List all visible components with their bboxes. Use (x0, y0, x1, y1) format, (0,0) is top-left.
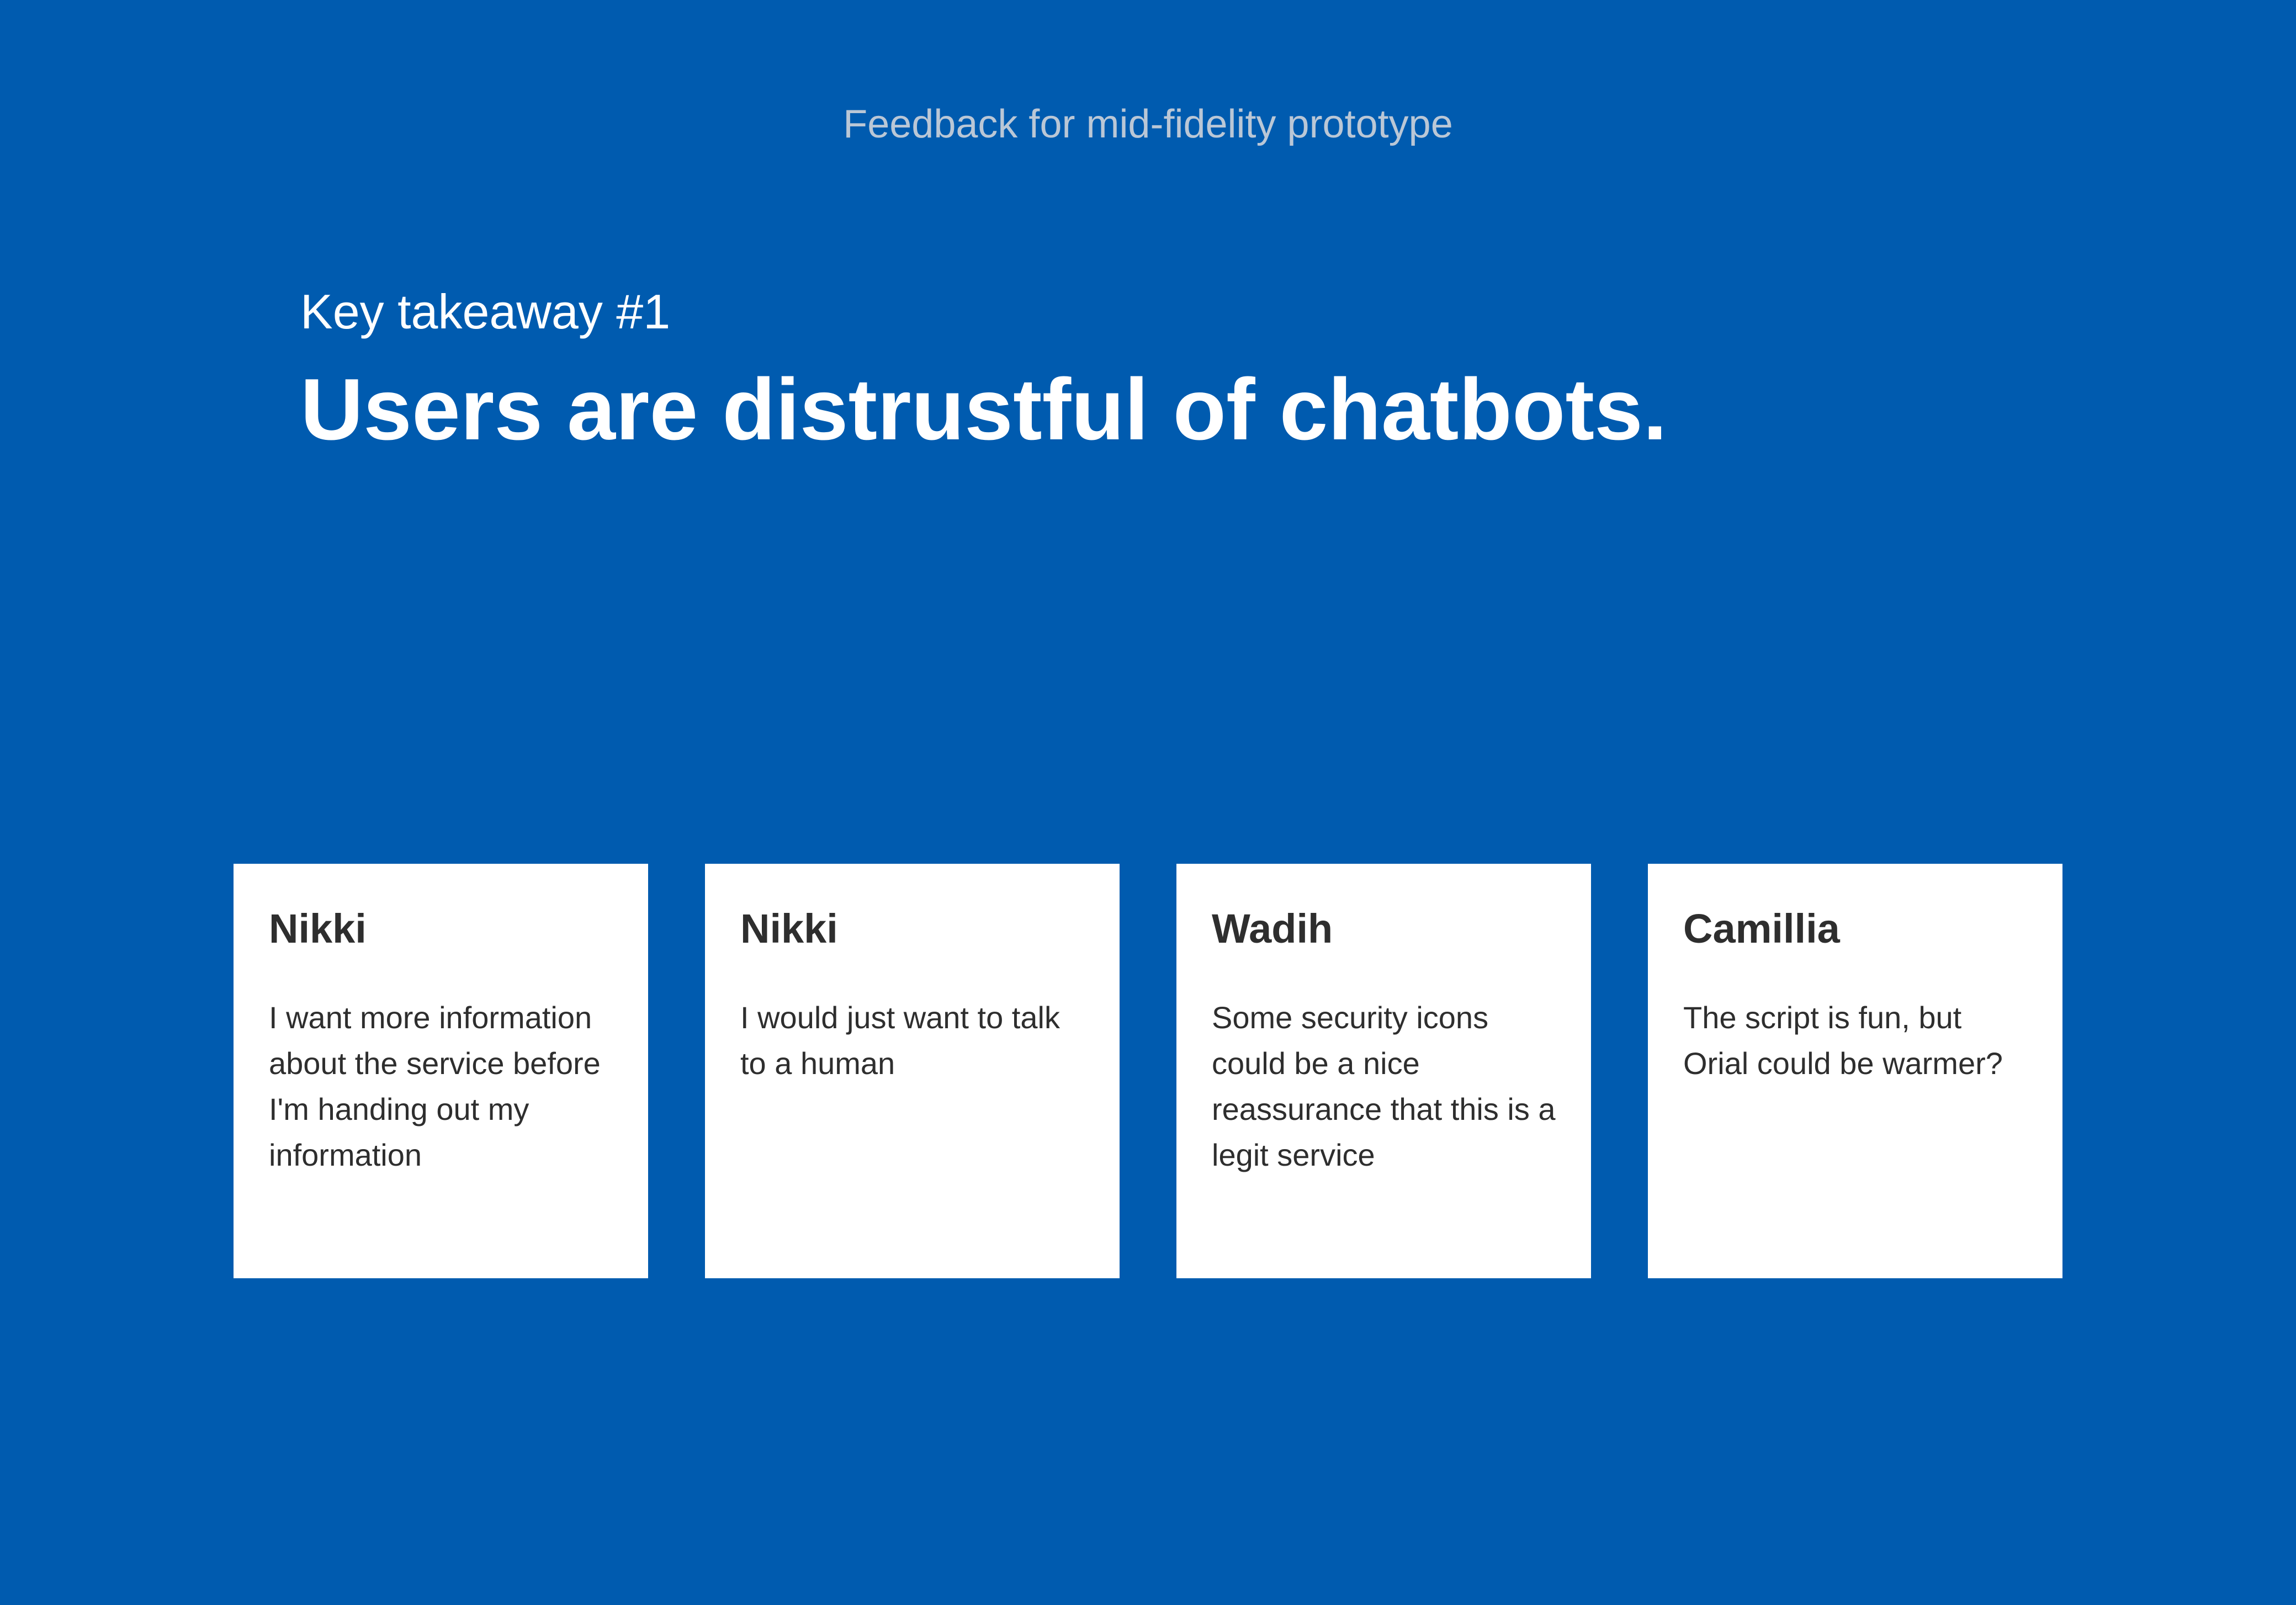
feedback-card: Nikki I would just want to talk to a hum… (705, 864, 1120, 1278)
card-author: Nikki (740, 906, 838, 952)
feedback-card: Camillia The script is fun, but Orial co… (1648, 864, 2062, 1278)
card-quote: I would just want to talk to a human (740, 1000, 1060, 1081)
card-quote: The script is fun, but Orial could be wa… (1683, 1000, 2003, 1081)
card-quote: I want more information about the servic… (269, 1000, 601, 1172)
feedback-card: Wadih Some security icons could be a nic… (1176, 864, 1591, 1278)
takeaway-headline: Users are distrustful of chatbots. (300, 361, 1667, 458)
card-quote: Some security icons could be a nice reas… (1212, 1000, 1556, 1172)
card-author: Nikki (269, 906, 367, 952)
page-subtitle: Feedback for mid-fidelity prototype (843, 102, 1453, 146)
feedback-card-list: Nikki I want more information about the … (234, 864, 2062, 1278)
takeaway-label: Key takeaway #1 (300, 284, 671, 339)
card-author: Camillia (1683, 906, 1840, 952)
feedback-card: Nikki I want more information about the … (234, 864, 648, 1278)
card-author: Wadih (1212, 906, 1333, 952)
